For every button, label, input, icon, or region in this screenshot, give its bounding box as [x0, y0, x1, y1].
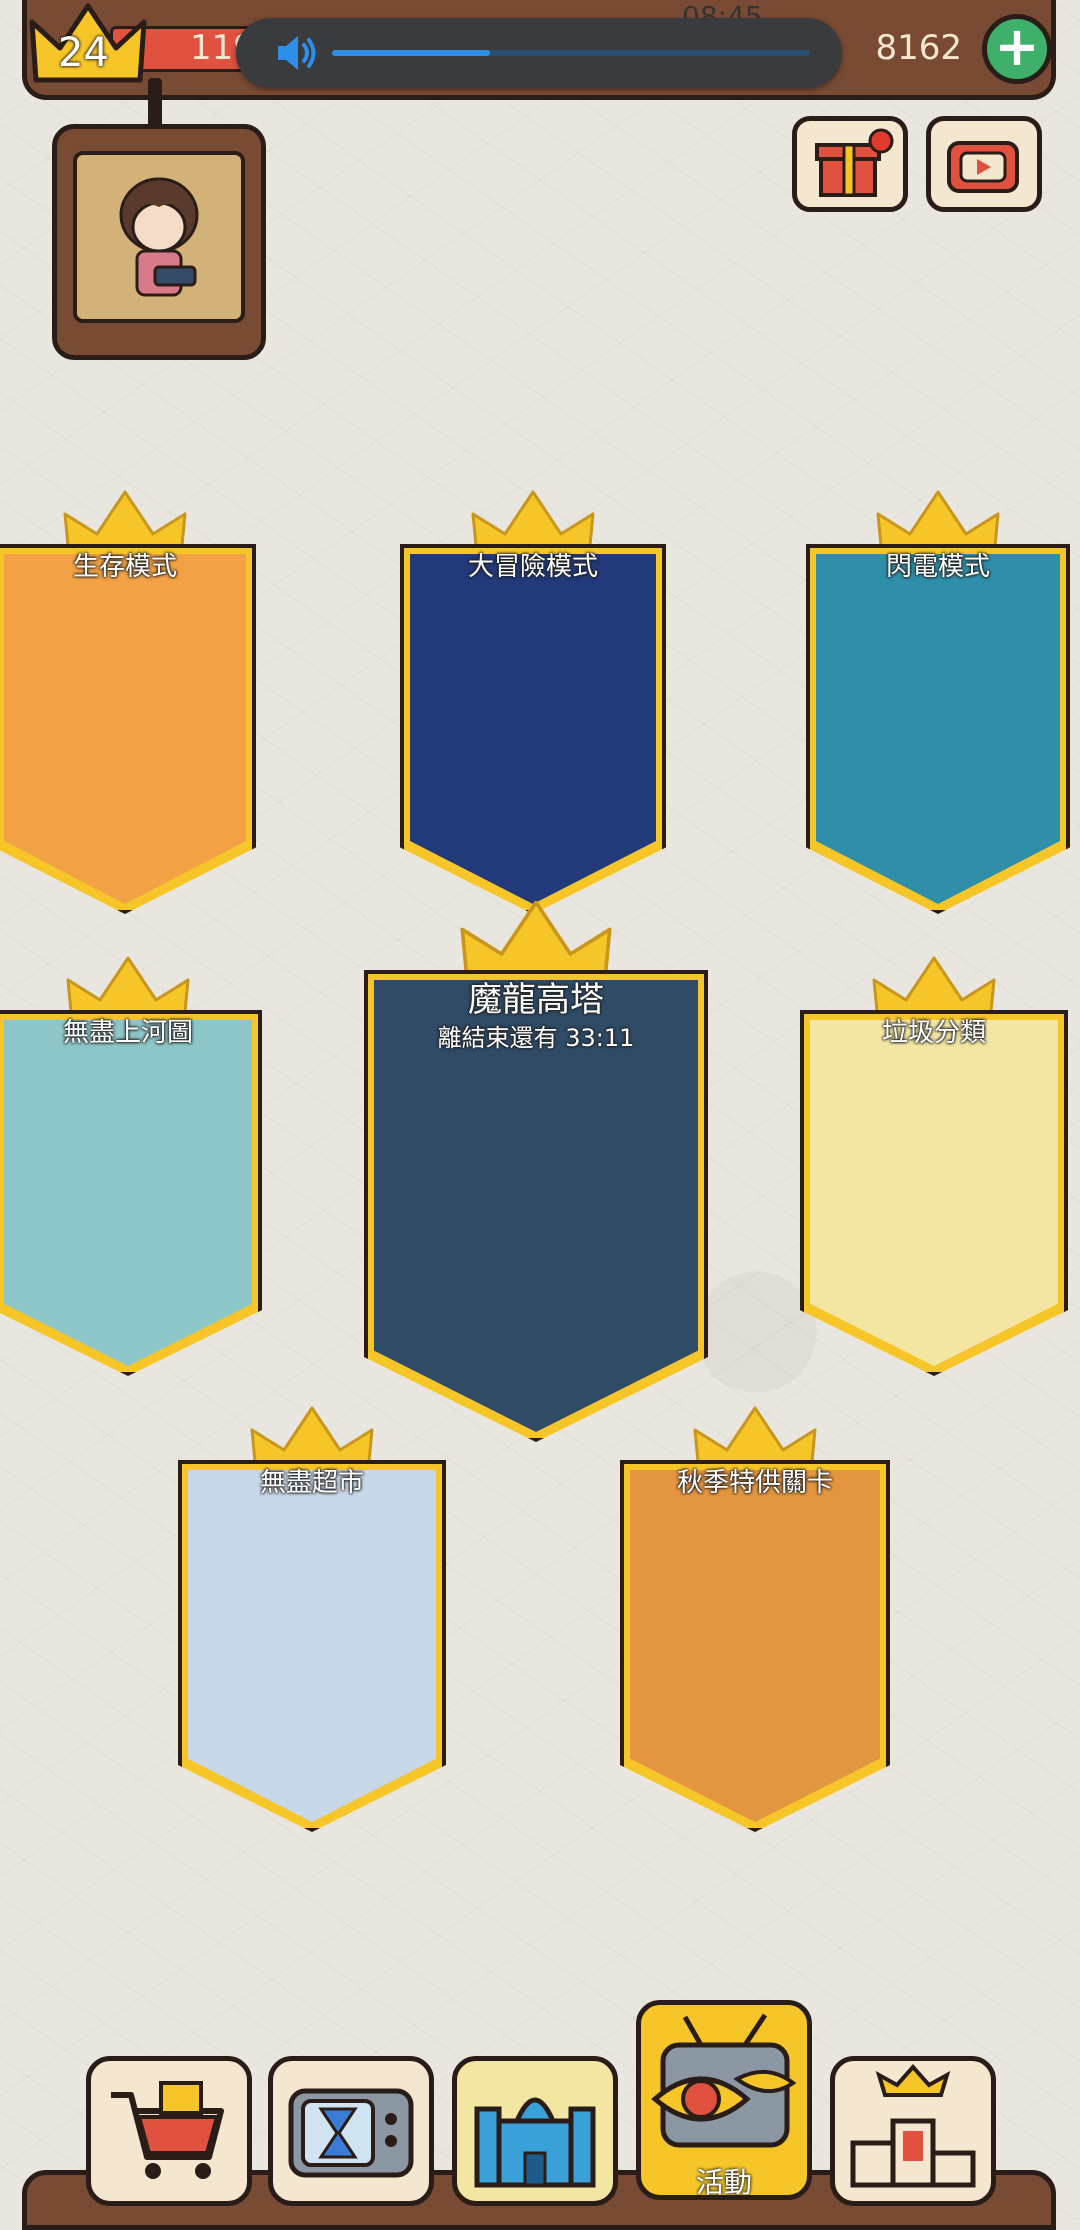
- mode-countdown: 離結束還有 33:11: [437, 1024, 635, 1052]
- gift-button[interactable]: [792, 116, 908, 212]
- volume-slider-overlay[interactable]: [236, 18, 842, 88]
- mode-card-frame: [620, 1460, 890, 1832]
- player-avatar-frame[interactable]: [52, 124, 266, 360]
- mode-artwork: [188, 1470, 436, 1822]
- mode-card[interactable]: 生存模式: [0, 490, 256, 930]
- mode-card[interactable]: 秋季特供關卡: [620, 1406, 890, 1848]
- hourglass-tv-icon: [288, 2088, 414, 2178]
- coin-count: 8162: [875, 28, 962, 68]
- mode-card-frame: [400, 544, 666, 914]
- nav-event-label: 活動: [695, 2166, 752, 2199]
- mode-card[interactable]: 閃電模式: [806, 490, 1070, 930]
- mode-card-frame: [178, 1460, 446, 1832]
- mode-title: 閃電模式: [885, 552, 990, 582]
- plus-icon: +: [994, 15, 1040, 78]
- nav-event[interactable]: 活動: [636, 2000, 812, 2200]
- nav-shop[interactable]: [86, 2056, 252, 2206]
- mode-artwork: [4, 1020, 252, 1366]
- mode-title: 無盡超市: [259, 1468, 364, 1498]
- mode-card-frame: [0, 1010, 262, 1376]
- gift-icon: [815, 128, 894, 197]
- mode-artwork: [410, 554, 656, 904]
- mode-title: 生存模式: [72, 552, 177, 582]
- mode-card[interactable]: 大冒險模式: [400, 490, 666, 930]
- mode-card-frame: [0, 544, 256, 914]
- nav-town[interactable]: [452, 2056, 618, 2206]
- mode-card[interactable]: 垃圾分類: [800, 956, 1068, 1392]
- mode-card[interactable]: 無盡超市: [178, 1406, 446, 1848]
- mode-card-frame: [806, 544, 1070, 914]
- shopping-cart-icon: [111, 2081, 224, 2179]
- add-coins-button[interactable]: +: [982, 14, 1052, 84]
- mode-artwork: [630, 1470, 880, 1822]
- volume-fill: [332, 50, 490, 56]
- mode-card[interactable]: 魔龍高塔離結束還有 33:11: [364, 900, 708, 1442]
- video-icon: [947, 141, 1019, 193]
- mode-title: 垃圾分類: [881, 1018, 986, 1048]
- mode-title: 秋季特供關卡: [676, 1468, 833, 1498]
- mode-title: 魔龍高塔: [468, 980, 604, 1020]
- castle-icon: [474, 2097, 596, 2188]
- mode-artwork: [816, 554, 1060, 904]
- eye-tv-icon: [651, 2013, 797, 2148]
- mode-card-frame: [800, 1010, 1068, 1376]
- mode-artwork: [4, 554, 246, 904]
- character-icon: [119, 177, 199, 297]
- podium-icon: [850, 2063, 976, 2188]
- player-level: 24: [58, 30, 109, 76]
- avatar: [73, 151, 245, 323]
- speaker-icon: [278, 36, 316, 70]
- video-ad-button[interactable]: [926, 116, 1042, 212]
- mode-title: 無盡上河圖: [62, 1018, 193, 1048]
- mode-artwork: [810, 1020, 1058, 1366]
- nav-ranking[interactable]: [830, 2056, 996, 2206]
- mode-title: 大冒險模式: [467, 552, 598, 582]
- volume-track[interactable]: [332, 50, 810, 56]
- nav-tv[interactable]: [268, 2056, 434, 2206]
- mode-card[interactable]: 無盡上河圖: [0, 956, 262, 1392]
